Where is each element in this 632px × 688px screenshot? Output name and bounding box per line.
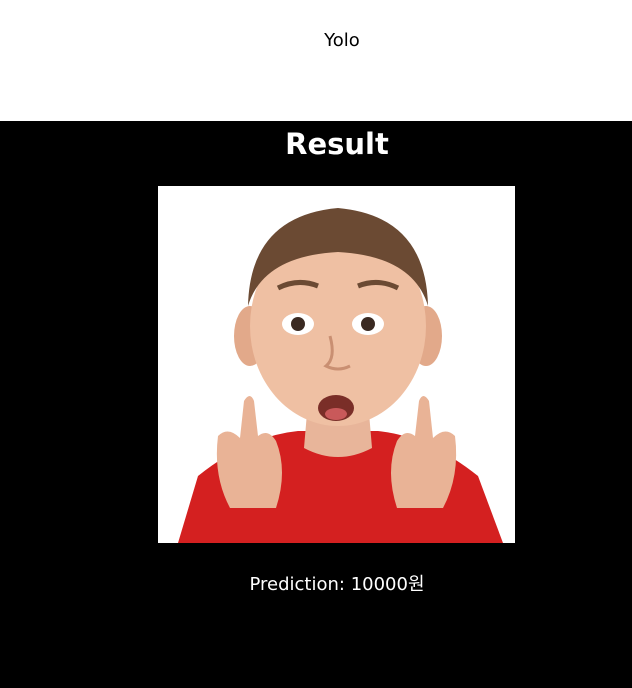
page-header: Yolo: [0, 0, 632, 121]
child-photo: [158, 186, 515, 543]
result-heading: Result: [285, 127, 389, 161]
prediction-text: Prediction: 10000원: [249, 574, 425, 595]
result-image: [158, 186, 515, 543]
app-title: Yolo: [324, 30, 360, 51]
